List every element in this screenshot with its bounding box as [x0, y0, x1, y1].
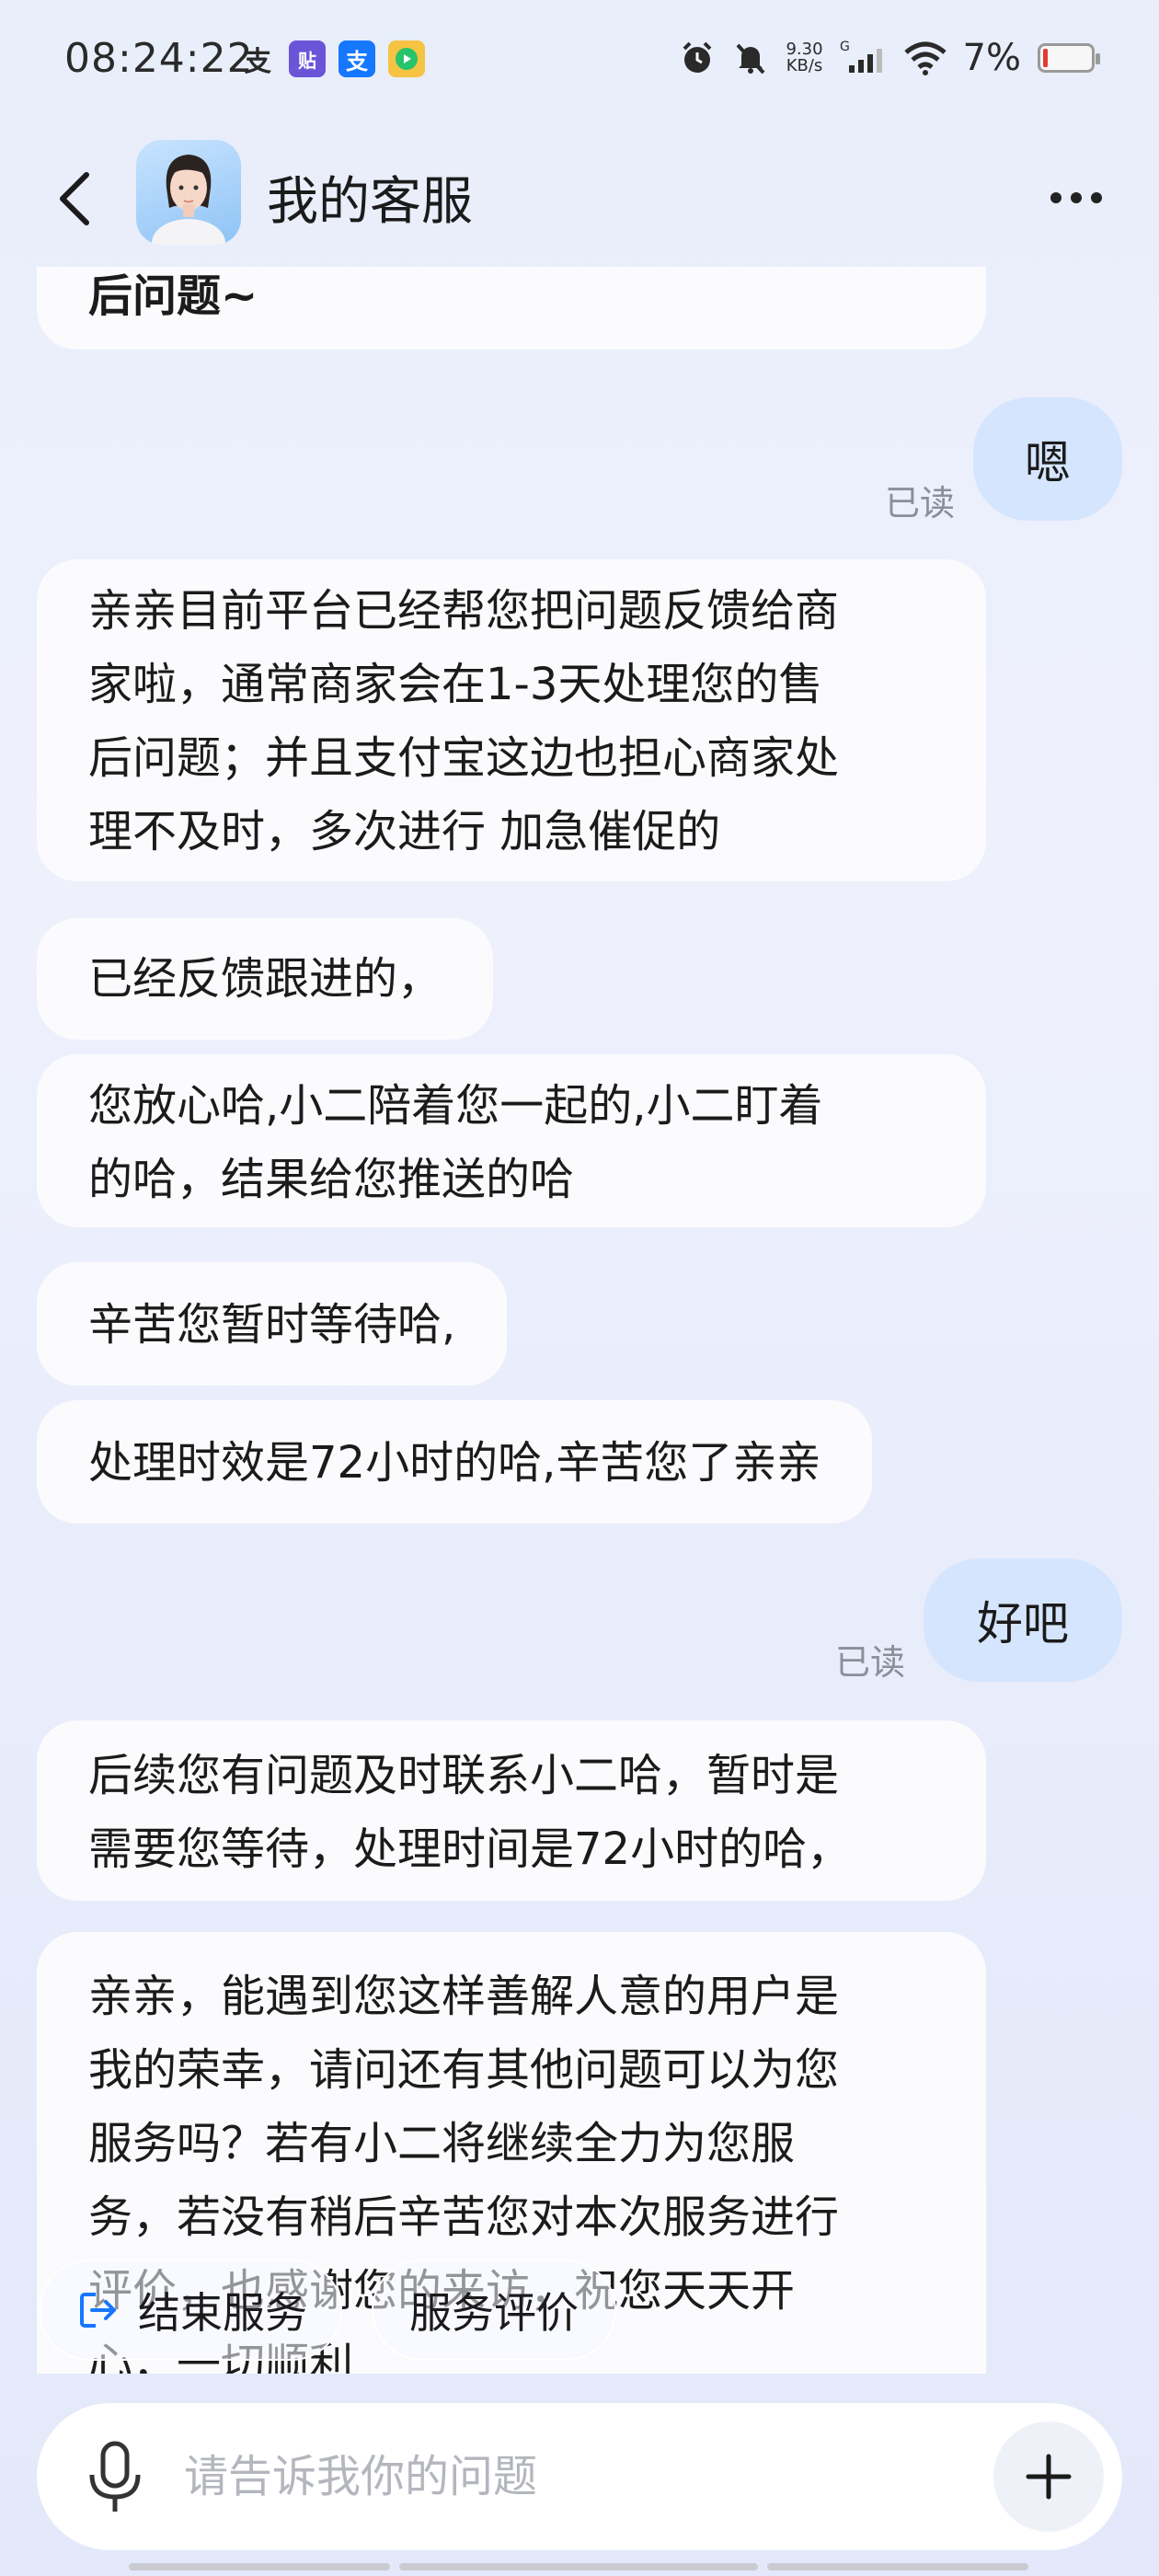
video-app-icon: [388, 40, 425, 77]
home-indicator: [399, 2563, 758, 2570]
more-dot-icon: [1091, 192, 1102, 203]
message-line: 后续您有问题及时联系小二哈，暂时是: [88, 1750, 840, 1801]
rate-service-button[interactable]: 服务评价: [372, 2260, 616, 2361]
message-line: 家啦，通常商家会在1-3天处理您的售: [88, 659, 823, 710]
agent-message: 辛苦您暂时等待哈,: [37, 1262, 508, 1386]
avatar[interactable]: [136, 140, 241, 245]
wifi-icon: [903, 41, 947, 75]
agent-message: 后续您有问题及时联系小二哈，暂时是 需要您等待，处理时间是72小时的哈，: [37, 1720, 986, 1901]
chat-messages: 后问题~ 已读 嗯 亲亲目前平台已经帮您把问题反馈给商 家啦，通常商家会在1-3…: [0, 267, 1159, 2374]
end-service-button[interactable]: 结束服务: [39, 2260, 342, 2361]
message-text: 已经反馈跟进的，: [88, 953, 442, 1005]
home-indicator: [767, 2563, 1028, 2570]
exit-icon: [80, 2293, 116, 2328]
alipay-mini-icon: 支: [244, 46, 271, 78]
more-dot-icon: [1050, 192, 1061, 203]
battery-icon: [1038, 43, 1100, 73]
chevron-left-icon: [60, 172, 89, 225]
status-time: 08:24:22: [64, 35, 254, 82]
battery-percent: 7%: [962, 37, 1021, 79]
sticker-app-icon: 贴: [289, 40, 326, 77]
svg-text:G: G: [840, 40, 850, 54]
message-line: 的哈，结果给您推送的哈: [88, 1154, 575, 1205]
plus-icon: [1026, 2454, 1072, 2500]
cellular-signal-icon: G: [840, 40, 882, 73]
agent-message: 亲亲目前平台已经帮您把问题反馈给商 家啦，通常商家会在1-3天处理您的售 后问题…: [37, 559, 986, 881]
microphone-icon[interactable]: [83, 2440, 147, 2517]
read-status: 已读: [884, 483, 955, 523]
alipay-app-icon: 支: [339, 40, 375, 77]
message-line: 服务吗？若有小二将继续全力为您服: [88, 2118, 796, 2169]
add-attachment-button[interactable]: [993, 2421, 1104, 2532]
chat-header: 我的客服: [0, 129, 1159, 267]
agent-message: 您放心哈,小二陪着您一起的,小二盯着 的哈，结果给您推送的哈: [37, 1054, 986, 1227]
end-service-label: 结束服务: [138, 2288, 307, 2338]
input-bar: [37, 2403, 1122, 2550]
message-text: 嗯: [1025, 436, 1071, 489]
notification-icons: 支 贴 支: [239, 40, 425, 78]
message-line: 务，若没有稍后辛苦您对本次服务进行: [88, 2191, 840, 2243]
message-text: 好吧: [977, 1597, 1069, 1650]
agent-message: 后问题~: [37, 267, 986, 350]
more-options-button[interactable]: [1039, 175, 1113, 221]
net-speed: 9.30 KB/s: [786, 40, 823, 75]
message-text: 后问题~: [88, 270, 258, 322]
more-dot-icon: [1071, 192, 1082, 203]
home-indicator: [129, 2563, 390, 2570]
message-input[interactable]: [184, 2431, 984, 2523]
message-line: 需要您等待，处理时间是72小时的哈，: [88, 1823, 852, 1875]
back-button[interactable]: [46, 162, 110, 236]
message-line: 亲亲，能遇到您这样善解人意的用户是: [88, 1971, 840, 2022]
mute-icon: [736, 43, 765, 75]
status-bar: 08:24:22 支 贴 支 9.30 KB/s G 7%: [0, 0, 1159, 129]
alarm-icon: [683, 41, 712, 73]
message-line: 亲亲目前平台已经帮您把问题反馈给商: [88, 585, 840, 637]
message-line: 我的荣幸，请问还有其他问题可以为您: [88, 2044, 840, 2096]
read-status: 已读: [834, 1642, 905, 1683]
user-message: 嗯: [973, 397, 1122, 521]
service-agent-avatar-icon: [152, 155, 225, 245]
page-title: 我的客服: [267, 172, 473, 232]
agent-message: 处理时效是72小时的哈,辛苦您了亲亲: [37, 1400, 873, 1524]
agent-message: 已经反馈跟进的，: [37, 918, 494, 1040]
message-line: 后问题；并且支付宝这边也担心商家处: [88, 732, 840, 784]
message-text: 辛苦您暂时等待哈,: [88, 1299, 456, 1351]
rate-service-label: 服务评价: [409, 2288, 579, 2338]
user-message: 好吧: [924, 1558, 1122, 1682]
message-line: 理不及时，多次进行 加急催促的: [88, 806, 721, 857]
message-line: 您放心哈,小二陪着您一起的,小二盯着: [88, 1080, 823, 1132]
message-text: 处理时效是72小时的哈,辛苦您了亲亲: [88, 1437, 821, 1489]
status-indicators: 9.30 KB/s G 7%: [679, 37, 1100, 79]
